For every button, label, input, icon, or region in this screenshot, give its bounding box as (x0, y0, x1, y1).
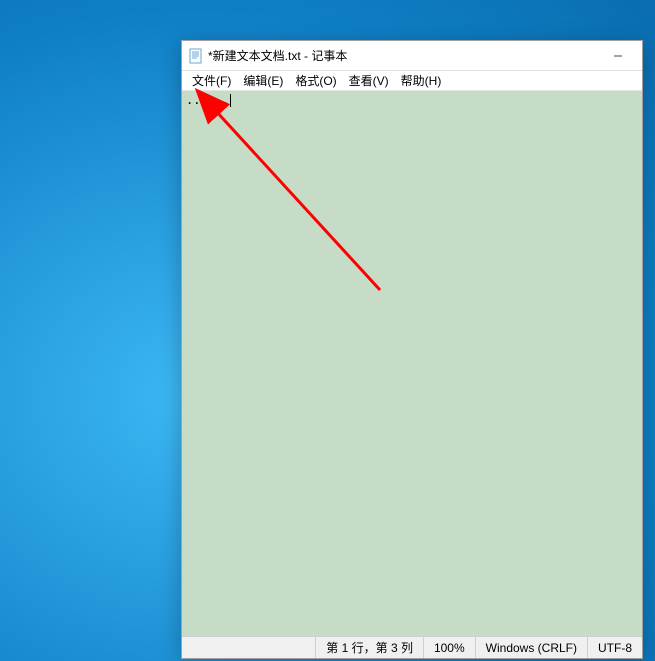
menu-format[interactable]: 格式(O) (289, 70, 342, 91)
window-title: *新建文本文档.txt - 记事本 (208, 47, 600, 64)
window-controls (600, 45, 636, 67)
text-editor[interactable]: ...... (182, 91, 642, 636)
text-caret (230, 94, 231, 107)
menu-view[interactable]: 查看(V) (343, 70, 395, 91)
menu-file[interactable]: 文件(F) (186, 70, 237, 91)
notepad-icon (188, 48, 204, 64)
status-zoom: 100% (423, 637, 475, 658)
titlebar[interactable]: *新建文本文档.txt - 记事本 (182, 41, 642, 71)
status-encoding: UTF-8 (587, 637, 642, 658)
minimize-button[interactable] (600, 45, 636, 67)
status-line-ending: Windows (CRLF) (475, 637, 587, 658)
desktop: *新建文本文档.txt - 记事本 文件(F) 编辑(E) 格式(O) 查看(V… (0, 0, 655, 661)
editor-text-content: ...... (186, 93, 229, 107)
editor-content: ...... (186, 93, 231, 107)
menu-help[interactable]: 帮助(H) (395, 70, 448, 91)
statusbar: 第 1 行，第 3 列 100% Windows (CRLF) UTF-8 (182, 636, 642, 658)
notepad-window: *新建文本文档.txt - 记事本 文件(F) 编辑(E) 格式(O) 查看(V… (181, 40, 643, 659)
menu-edit[interactable]: 编辑(E) (237, 70, 289, 91)
status-position: 第 1 行，第 3 列 (315, 637, 423, 658)
menubar: 文件(F) 编辑(E) 格式(O) 查看(V) 帮助(H) (182, 71, 642, 91)
